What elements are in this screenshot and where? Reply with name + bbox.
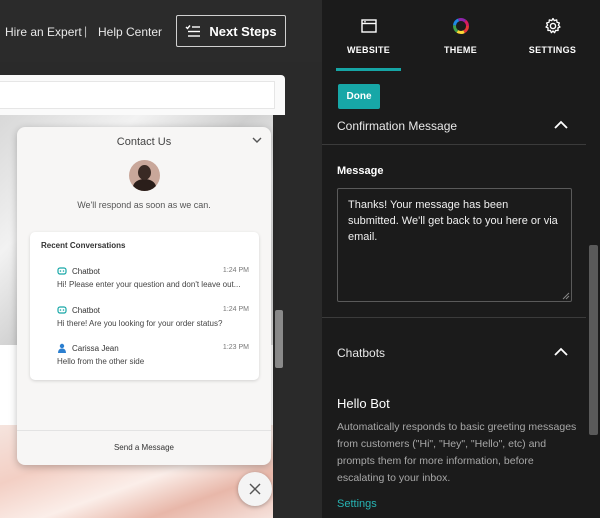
next-steps-button[interactable]: Next Steps xyxy=(176,15,286,47)
chat-widget: Contact Us We'll respond as soon as we c… xyxy=(17,127,271,465)
tab-theme[interactable]: THEME xyxy=(428,0,493,71)
send-message-button[interactable]: Send a Message xyxy=(17,443,271,452)
section-divider xyxy=(322,317,586,318)
conversation-preview: Hello from the other side xyxy=(57,357,145,366)
tab-theme-label: THEME xyxy=(444,45,477,55)
top-bar: Hire an Expert | Help Center Next Steps xyxy=(0,0,322,62)
preview-scrollbar-thumb[interactable] xyxy=(275,310,283,368)
conversation-name: Carissa Jean xyxy=(72,344,119,353)
chatbot-icon xyxy=(57,267,67,275)
conversation-item[interactable]: Carissa Jean 1:23 PM Hello from the othe… xyxy=(30,341,259,377)
active-tab-indicator xyxy=(336,68,401,71)
tab-website-label: WEBSITE xyxy=(346,45,391,55)
chat-tagline: We'll respond as soon as we can. xyxy=(77,200,211,210)
conversation-item[interactable]: Chatbot 1:24 PM Hi there! Are you lookin… xyxy=(30,303,259,339)
conversation-time: 1:24 PM xyxy=(222,306,249,313)
chevron-down-icon[interactable] xyxy=(252,136,262,144)
close-icon xyxy=(249,483,261,495)
tab-website[interactable]: WEBSITE xyxy=(336,0,401,71)
chatbot-icon xyxy=(57,306,67,314)
preview-address-bar xyxy=(0,81,275,109)
message-label: Message xyxy=(337,165,384,177)
hello-bot-settings-link[interactable]: Settings xyxy=(337,498,377,510)
agent-avatar xyxy=(129,160,160,191)
panel-scrollbar[interactable] xyxy=(586,110,600,518)
checklist-icon xyxy=(185,25,201,37)
topbar-separator: | xyxy=(84,24,88,38)
conversation-preview: Hi there! Are you looking for your order… xyxy=(57,319,223,328)
done-button[interactable]: Done xyxy=(338,84,380,109)
hello-bot-title: Hello Bot xyxy=(337,396,390,411)
gear-icon xyxy=(544,17,561,34)
conversation-name: Chatbot xyxy=(72,306,101,315)
help-center-link[interactable]: Help Center xyxy=(98,25,162,39)
chevron-up-icon[interactable] xyxy=(554,120,568,130)
color-wheel-icon xyxy=(452,18,469,34)
conversation-time: 1:24 PM xyxy=(222,267,249,274)
conversation-name: Chatbot xyxy=(72,267,101,276)
conversation-preview: Hi! Please enter your question and don't… xyxy=(57,280,241,289)
editor-preview-pane: Hire an Expert | Help Center Next Steps … xyxy=(0,0,322,518)
preview-scrollbar[interactable] xyxy=(273,115,285,518)
tab-settings-label: SETTINGS xyxy=(528,45,577,55)
chat-widget-title: Contact Us xyxy=(116,136,172,148)
confirmation-message-title[interactable]: Confirmation Message xyxy=(337,119,457,133)
next-steps-label: Next Steps xyxy=(209,23,277,39)
panel-tabs: WEBSITE THEME SETTINGS xyxy=(322,0,600,71)
conversation-time: 1:23 PM xyxy=(222,344,249,351)
person-icon xyxy=(58,343,66,353)
hire-expert-link[interactable]: Hire an Expert xyxy=(5,25,82,39)
conversation-item[interactable]: Chatbot 1:24 PM Hi! Please enter your qu… xyxy=(30,264,259,300)
close-chat-button[interactable] xyxy=(238,472,272,506)
section-divider xyxy=(322,144,586,145)
panel-scrollbar-thumb[interactable] xyxy=(589,245,598,435)
chatbots-title[interactable]: Chatbots xyxy=(337,346,385,360)
chevron-up-icon[interactable] xyxy=(554,347,568,357)
widget-divider xyxy=(17,430,271,431)
recent-conversations-header: Recent Conversations xyxy=(41,241,126,250)
message-textarea[interactable] xyxy=(337,188,572,302)
resize-handle-icon[interactable] xyxy=(562,292,570,300)
browser-window-icon xyxy=(360,19,377,33)
settings-panel: WEBSITE THEME SETTINGS Done Confirmation… xyxy=(322,0,600,518)
recent-conversations-card: Recent Conversations Chatbot 1:24 PM Hi!… xyxy=(30,232,259,380)
tab-settings[interactable]: SETTINGS xyxy=(520,0,585,71)
hello-bot-description: Automatically responds to basic greeting… xyxy=(337,421,577,484)
